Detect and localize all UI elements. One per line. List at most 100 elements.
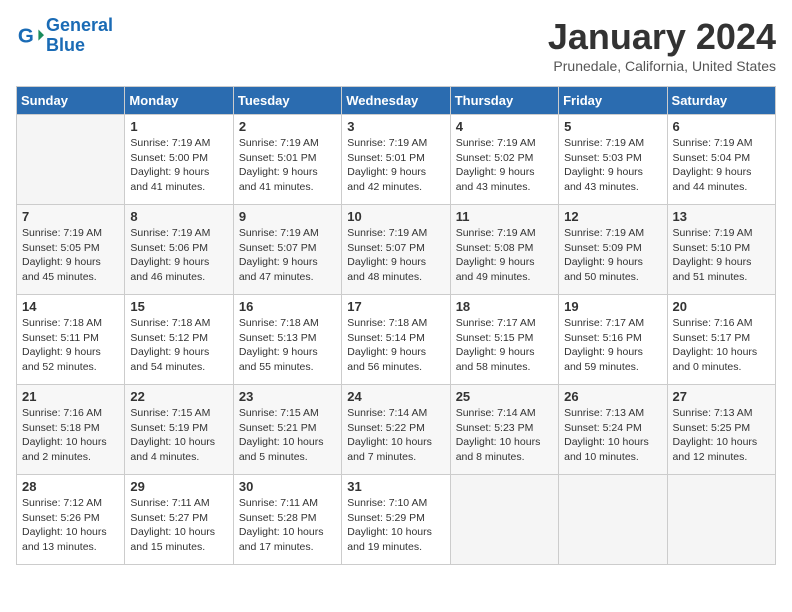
- day-number: 10: [347, 209, 444, 224]
- day-number: 8: [130, 209, 227, 224]
- day-info: Sunrise: 7:17 AMSunset: 5:16 PMDaylight:…: [564, 316, 661, 375]
- day-info: Sunrise: 7:14 AMSunset: 5:23 PMDaylight:…: [456, 406, 553, 465]
- day-info: Sunrise: 7:12 AMSunset: 5:26 PMDaylight:…: [22, 496, 119, 555]
- day-info: Sunrise: 7:19 AMSunset: 5:01 PMDaylight:…: [347, 136, 444, 195]
- calendar-cell: 28 Sunrise: 7:12 AMSunset: 5:26 PMDayligh…: [17, 475, 125, 565]
- month-title: January 2024: [548, 16, 776, 58]
- day-info: Sunrise: 7:18 AMSunset: 5:14 PMDaylight:…: [347, 316, 444, 375]
- calendar-cell: 20 Sunrise: 7:16 AMSunset: 5:17 PMDayligh…: [667, 295, 775, 385]
- day-number: 16: [239, 299, 336, 314]
- day-info: Sunrise: 7:14 AMSunset: 5:22 PMDaylight:…: [347, 406, 444, 465]
- day-number: 6: [673, 119, 770, 134]
- day-info: Sunrise: 7:17 AMSunset: 5:15 PMDaylight:…: [456, 316, 553, 375]
- header-row: SundayMondayTuesdayWednesdayThursdayFrid…: [17, 87, 776, 115]
- calendar-week-row: 28 Sunrise: 7:12 AMSunset: 5:26 PMDayligh…: [17, 475, 776, 565]
- calendar-cell: 25 Sunrise: 7:14 AMSunset: 5:23 PMDayligh…: [450, 385, 558, 475]
- calendar-cell: 12 Sunrise: 7:19 AMSunset: 5:09 PMDayligh…: [559, 205, 667, 295]
- calendar-cell: 30 Sunrise: 7:11 AMSunset: 5:28 PMDayligh…: [233, 475, 341, 565]
- day-number: 12: [564, 209, 661, 224]
- logo: G General Blue: [16, 16, 113, 56]
- calendar-cell: 4 Sunrise: 7:19 AMSunset: 5:02 PMDaylight…: [450, 115, 558, 205]
- day-info: Sunrise: 7:18 AMSunset: 5:12 PMDaylight:…: [130, 316, 227, 375]
- calendar-week-row: 21Sunrise: 7:16 AMSunset: 5:18 PMDayligh…: [17, 385, 776, 475]
- day-info: Sunrise: 7:19 AMSunset: 5:01 PMDaylight:…: [239, 136, 336, 195]
- day-info: Sunrise: 7:11 AMSunset: 5:28 PMDaylight:…: [239, 496, 336, 555]
- calendar-cell: 2Sunrise: 7:19 AMSunset: 5:01 PMDaylight…: [233, 115, 341, 205]
- day-number: 1: [130, 119, 227, 134]
- calendar-cell: 6Sunrise: 7:19 AMSunset: 5:04 PMDaylight…: [667, 115, 775, 205]
- day-number: 18: [456, 299, 553, 314]
- day-info: Sunrise: 7:16 AMSunset: 5:18 PMDaylight:…: [22, 406, 119, 465]
- day-number: 13: [673, 209, 770, 224]
- calendar-week-row: 1 Sunrise: 7:19 AMSunset: 5:00 PMDaylight…: [17, 115, 776, 205]
- svg-text:G: G: [18, 24, 34, 47]
- logo-text: General Blue: [46, 16, 113, 56]
- calendar-cell: 23 Sunrise: 7:15 AMSunset: 5:21 PMDayligh…: [233, 385, 341, 475]
- day-info: Sunrise: 7:19 AMSunset: 5:07 PMDaylight:…: [239, 226, 336, 285]
- day-info: Sunrise: 7:11 AMSunset: 5:27 PMDaylight:…: [130, 496, 227, 555]
- day-number: 3: [347, 119, 444, 134]
- day-info: Sunrise: 7:18 AMSunset: 5:13 PMDaylight:…: [239, 316, 336, 375]
- calendar-cell: 9Sunrise: 7:19 AMSunset: 5:07 PMDaylight…: [233, 205, 341, 295]
- calendar-cell: 26 Sunrise: 7:13 AMSunset: 5:24 PMDayligh…: [559, 385, 667, 475]
- day-info: Sunrise: 7:19 AMSunset: 5:00 PMDaylight:…: [130, 136, 227, 195]
- day-number: 22: [130, 389, 227, 404]
- day-info: Sunrise: 7:19 AMSunset: 5:05 PMDaylight:…: [22, 226, 119, 285]
- weekday-header: Sunday: [17, 87, 125, 115]
- calendar-cell: 8 Sunrise: 7:19 AMSunset: 5:06 PMDaylight…: [125, 205, 233, 295]
- calendar-table: SundayMondayTuesdayWednesdayThursdayFrid…: [16, 86, 776, 565]
- calendar-cell: 21Sunrise: 7:16 AMSunset: 5:18 PMDayligh…: [17, 385, 125, 475]
- day-info: Sunrise: 7:19 AMSunset: 5:06 PMDaylight:…: [130, 226, 227, 285]
- calendar-cell: 29 Sunrise: 7:11 AMSunset: 5:27 PMDayligh…: [125, 475, 233, 565]
- calendar-cell-empty: [450, 475, 558, 565]
- calendar-cell: 5Sunrise: 7:19 AMSunset: 5:03 PMDaylight…: [559, 115, 667, 205]
- calendar-cell-empty: [17, 115, 125, 205]
- page-header: G General Blue January 2024 Prunedale, C…: [16, 16, 776, 74]
- calendar-cell: 22Sunrise: 7:15 AMSunset: 5:19 PMDayligh…: [125, 385, 233, 475]
- calendar-cell: 3 Sunrise: 7:19 AMSunset: 5:01 PMDaylight…: [342, 115, 450, 205]
- day-number: 28: [22, 479, 119, 494]
- day-number: 7: [22, 209, 119, 224]
- calendar-cell: 7 Sunrise: 7:19 AMSunset: 5:05 PMDaylight…: [17, 205, 125, 295]
- weekday-header: Tuesday: [233, 87, 341, 115]
- day-number: 4: [456, 119, 553, 134]
- day-number: 14: [22, 299, 119, 314]
- day-number: 19: [564, 299, 661, 314]
- day-info: Sunrise: 7:19 AMSunset: 5:08 PMDaylight:…: [456, 226, 553, 285]
- day-info: Sunrise: 7:19 AMSunset: 5:02 PMDaylight:…: [456, 136, 553, 195]
- day-number: 30: [239, 479, 336, 494]
- calendar-cell-empty: [559, 475, 667, 565]
- day-info: Sunrise: 7:16 AMSunset: 5:17 PMDaylight:…: [673, 316, 770, 375]
- calendar-cell: 15Sunrise: 7:18 AMSunset: 5:12 PMDayligh…: [125, 295, 233, 385]
- calendar-cell: 11 Sunrise: 7:19 AMSunset: 5:08 PMDayligh…: [450, 205, 558, 295]
- calendar-cell-empty: [667, 475, 775, 565]
- calendar-cell: 24Sunrise: 7:14 AMSunset: 5:22 PMDayligh…: [342, 385, 450, 475]
- day-info: Sunrise: 7:13 AMSunset: 5:24 PMDaylight:…: [564, 406, 661, 465]
- day-number: 25: [456, 389, 553, 404]
- calendar-cell: 18 Sunrise: 7:17 AMSunset: 5:15 PMDayligh…: [450, 295, 558, 385]
- day-number: 26: [564, 389, 661, 404]
- weekday-header: Monday: [125, 87, 233, 115]
- day-number: 5: [564, 119, 661, 134]
- weekday-header: Thursday: [450, 87, 558, 115]
- calendar-cell: 14Sunrise: 7:18 AMSunset: 5:11 PMDayligh…: [17, 295, 125, 385]
- day-number: 20: [673, 299, 770, 314]
- day-info: Sunrise: 7:15 AMSunset: 5:21 PMDaylight:…: [239, 406, 336, 465]
- day-info: Sunrise: 7:13 AMSunset: 5:25 PMDaylight:…: [673, 406, 770, 465]
- calendar-cell: 1 Sunrise: 7:19 AMSunset: 5:00 PMDaylight…: [125, 115, 233, 205]
- calendar-cell: 17Sunrise: 7:18 AMSunset: 5:14 PMDayligh…: [342, 295, 450, 385]
- calendar-cell: 16 Sunrise: 7:18 AMSunset: 5:13 PMDayligh…: [233, 295, 341, 385]
- calendar-cell: 19 Sunrise: 7:17 AMSunset: 5:16 PMDayligh…: [559, 295, 667, 385]
- calendar-cell: 31Sunrise: 7:10 AMSunset: 5:29 PMDayligh…: [342, 475, 450, 565]
- day-info: Sunrise: 7:19 AMSunset: 5:10 PMDaylight:…: [673, 226, 770, 285]
- location: Prunedale, California, United States: [548, 58, 776, 74]
- day-info: Sunrise: 7:19 AMSunset: 5:09 PMDaylight:…: [564, 226, 661, 285]
- day-number: 29: [130, 479, 227, 494]
- calendar-cell: 27Sunrise: 7:13 AMSunset: 5:25 PMDayligh…: [667, 385, 775, 475]
- day-number: 11: [456, 209, 553, 224]
- calendar-week-row: 7 Sunrise: 7:19 AMSunset: 5:05 PMDaylight…: [17, 205, 776, 295]
- calendar-cell: 13 Sunrise: 7:19 AMSunset: 5:10 PMDayligh…: [667, 205, 775, 295]
- day-number: 23: [239, 389, 336, 404]
- weekday-header: Friday: [559, 87, 667, 115]
- day-info: Sunrise: 7:10 AMSunset: 5:29 PMDaylight:…: [347, 496, 444, 555]
